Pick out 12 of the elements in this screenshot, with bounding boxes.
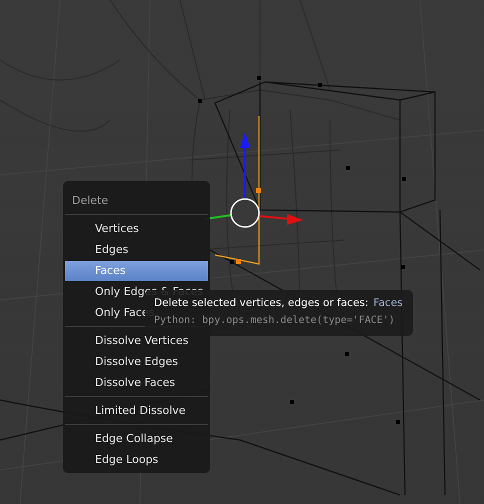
menu-title: Delete: [71, 193, 110, 209]
menu-item[interactable]: Vertices: [65, 219, 208, 239]
menu-item[interactable]: Dissolve Vertices: [65, 331, 208, 351]
menu-item[interactable]: Edge Loops: [65, 450, 208, 470]
menu-item[interactable]: Dissolve Edges: [65, 352, 208, 372]
menu-item[interactable]: Dissolve Faces: [65, 373, 208, 393]
tooltip-value: Faces: [373, 297, 403, 309]
menu-item[interactable]: Edge Collapse: [65, 429, 208, 449]
tooltip-description: Delete selected vertices, edges or faces:: [154, 297, 368, 309]
menu-item[interactable]: Edges: [65, 240, 208, 260]
menu-item[interactable]: Limited Dissolve: [65, 401, 208, 421]
python-command: Python: bpy.ops.mesh.delete(type='FACE'): [154, 315, 396, 326]
